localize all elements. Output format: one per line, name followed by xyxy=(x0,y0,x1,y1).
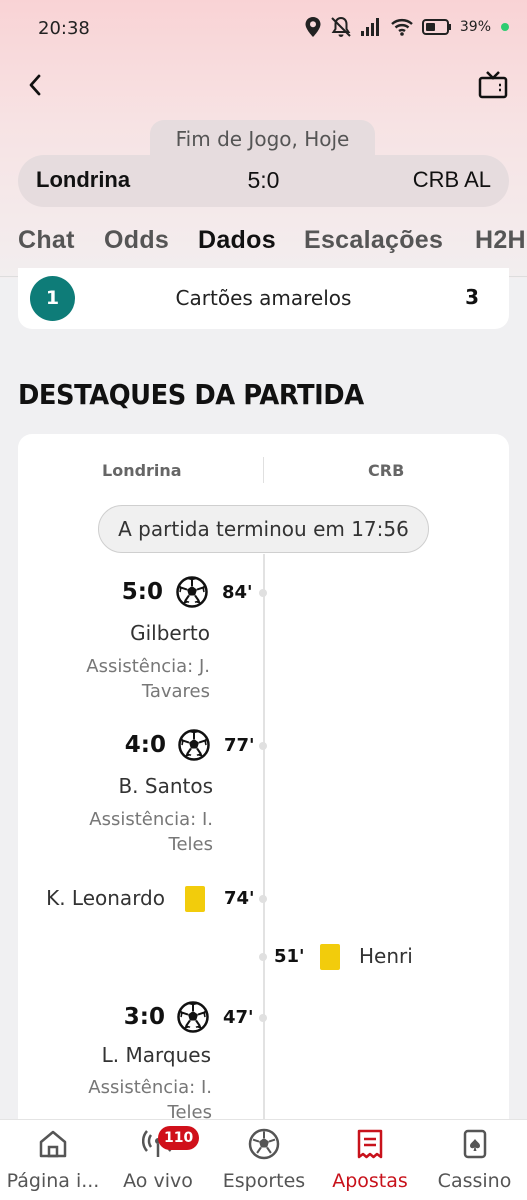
event-minute: 74' xyxy=(224,888,255,909)
wifi-icon xyxy=(391,19,413,36)
back-button[interactable] xyxy=(18,66,52,104)
privacy-indicator-dot xyxy=(501,23,509,31)
nav-label: Página i... xyxy=(6,1170,100,1192)
tv-stream-button[interactable] xyxy=(475,66,511,104)
soccer-ball-icon xyxy=(177,1001,209,1033)
team-header-divider xyxy=(263,457,264,483)
event-score: 5:0 xyxy=(121,579,163,605)
event-player: L. Marques xyxy=(101,1043,211,1067)
timeline-dot xyxy=(259,589,267,597)
nav-home[interactable]: Página i... xyxy=(0,1120,106,1200)
status-time: 20:38 xyxy=(38,18,90,39)
event-assist-line2: Teles xyxy=(168,834,213,855)
event-assist: Assistência: I. Teles xyxy=(18,807,213,857)
nav-casino[interactable]: Cassino xyxy=(422,1120,527,1200)
timeline-event-goal: 5:0 84' Gilberto Assistência: J. Tavares xyxy=(18,574,509,714)
highlights-card: Londrina CRB A partida terminou em 17:56… xyxy=(18,434,509,1134)
stat-label: Cartões amarelos xyxy=(175,286,352,310)
event-assist-line2: Tavares xyxy=(141,681,210,702)
battery-icon xyxy=(421,19,451,35)
muted-bell-icon xyxy=(331,16,351,37)
nav-sports[interactable]: Esportes xyxy=(210,1120,318,1200)
nav-label: Apostas xyxy=(332,1170,408,1192)
score-card: Londrina 5:0 CRB AL xyxy=(18,155,509,207)
event-assist: Assistência: J. Tavares xyxy=(18,654,210,704)
timeline-event-yellow-card: 51' Henri xyxy=(18,942,509,974)
status-icons: 39% xyxy=(304,16,509,38)
tab-chat[interactable]: Chat xyxy=(18,226,75,255)
event-player: Gilberto xyxy=(130,621,210,645)
tab-odds[interactable]: Odds xyxy=(104,226,169,255)
timeline-dot xyxy=(259,1014,267,1022)
yellow-card-icon xyxy=(185,886,205,912)
event-score: 3:0 xyxy=(123,1004,165,1030)
highlights-home-team: Londrina xyxy=(102,461,182,480)
match-status: Fim de Jogo, Hoje xyxy=(150,120,375,160)
event-player: B. Santos xyxy=(118,774,213,798)
tab-escalacoes[interactable]: Escalações xyxy=(304,226,443,255)
event-minute: 51' xyxy=(274,946,305,967)
event-minute: 84' xyxy=(222,582,253,603)
event-assist-line1: Assistência: I. xyxy=(89,809,213,830)
highlights-away-team: CRB xyxy=(368,461,405,480)
timeline-dot xyxy=(259,953,267,961)
betslip-icon xyxy=(357,1129,383,1159)
event-minute: 47' xyxy=(223,1007,254,1028)
away-team-name: CRB AL xyxy=(412,167,491,192)
tab-h2h[interactable]: H2H xyxy=(475,226,526,255)
away-stat-value: 3 xyxy=(465,285,479,309)
yellow-card-icon xyxy=(320,944,340,970)
playing-card-icon xyxy=(463,1129,486,1159)
stat-row-yellow-cards: 1 Cartões amarelos 3 xyxy=(18,268,509,329)
timeline-event-goal: 4:0 77' B. Santos Assistência: I. Teles xyxy=(18,727,509,867)
bottom-navigation: Página i... Ao vivo 110 Esportes Apostas… xyxy=(0,1119,527,1200)
soccer-ball-icon xyxy=(248,1128,280,1160)
event-score: 4:0 xyxy=(124,732,166,758)
event-assist: Assistência: I. Teles xyxy=(18,1075,212,1125)
timeline-event-yellow-card: K. Leonardo 74' xyxy=(18,884,509,916)
timeline-dot xyxy=(259,895,267,903)
timeline-event-goal: 3:0 47' L. Marques Assistência: I. Teles xyxy=(18,999,509,1134)
chevron-left-icon xyxy=(29,74,41,96)
soccer-ball-icon xyxy=(178,729,210,761)
nav-label: Esportes xyxy=(222,1170,306,1192)
timeline-dot xyxy=(259,742,267,750)
highlights-title: DESTAQUES DA PARTIDA xyxy=(18,378,364,411)
event-player: K. Leonardo xyxy=(46,886,165,910)
match-end-pill: A partida terminou em 17:56 xyxy=(98,505,429,553)
nav-bets[interactable]: Apostas xyxy=(318,1120,422,1200)
tv-icon xyxy=(478,71,508,99)
soccer-ball-icon xyxy=(176,576,208,608)
nav-label: Cassino xyxy=(437,1170,512,1192)
event-player: Henri xyxy=(359,944,413,968)
location-icon xyxy=(305,17,321,37)
battery-percent: 39% xyxy=(459,19,491,35)
signal-icon xyxy=(360,18,379,36)
tab-dados[interactable]: Dados xyxy=(198,226,276,255)
live-count-badge: 110 xyxy=(158,1126,200,1150)
home-icon xyxy=(39,1130,67,1158)
event-assist-line1: Assistência: I. xyxy=(88,1077,212,1098)
status-bar: 20:38 39% xyxy=(0,0,527,58)
nav-label: Ao vivo xyxy=(123,1170,193,1192)
event-minute: 77' xyxy=(224,735,255,756)
event-assist-line1: Assistência: J. xyxy=(86,656,210,677)
